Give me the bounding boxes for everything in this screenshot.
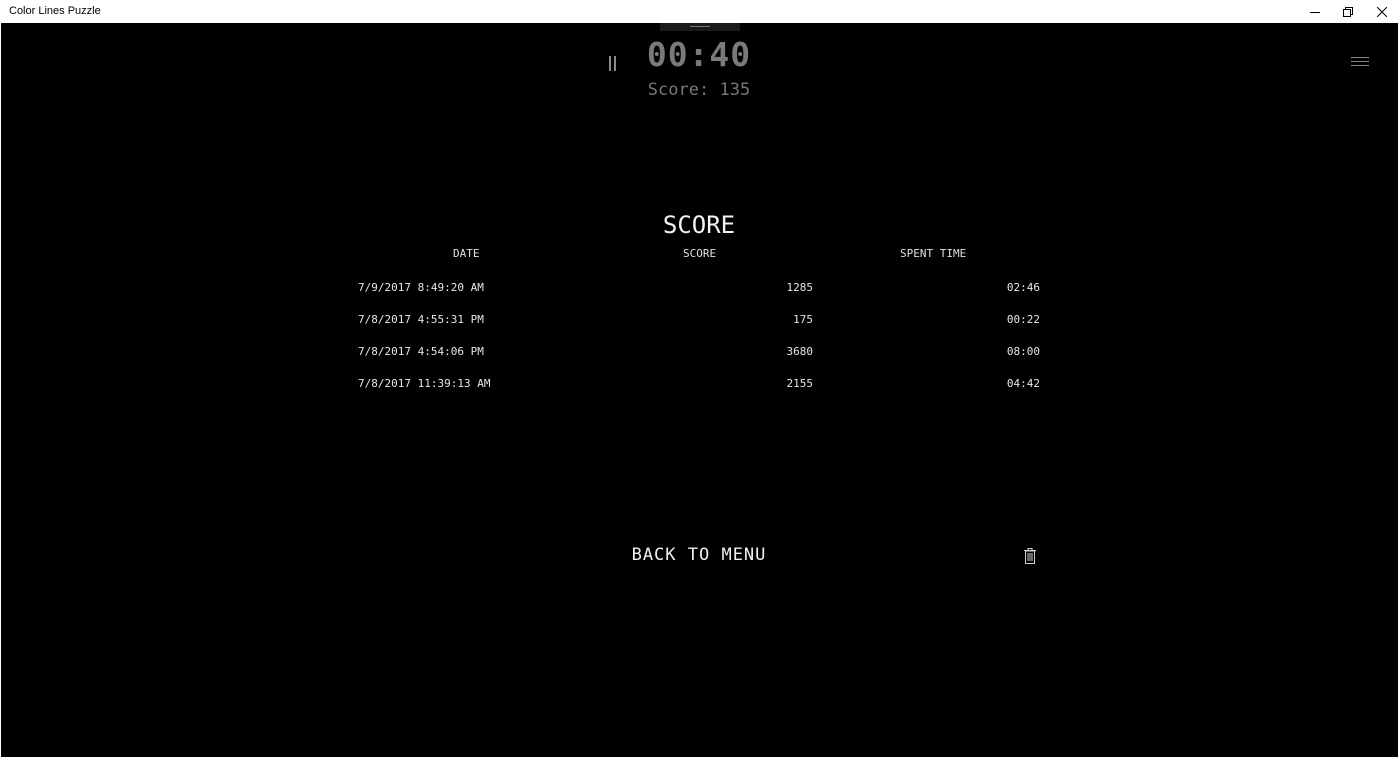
close-icon: [1377, 6, 1387, 17]
game-timer: 00:40: [646, 35, 752, 74]
score-label: Score:: [647, 80, 710, 100]
row-spent-time: 08:00: [1006, 345, 1040, 358]
game-window: 00:40 Score: 135 SCORE DATE SCORE SPENT …: [1, 23, 1398, 757]
row-score: 3680: [786, 345, 814, 358]
current-score: Score: 135: [599, 80, 799, 100]
minimize-button[interactable]: [1298, 0, 1332, 23]
top-drag-handle[interactable]: [660, 23, 740, 31]
column-header-score: SCORE: [683, 247, 717, 260]
row-date: 7/8/2017 11:39:13 AM: [358, 377, 491, 390]
row-score: 1285: [786, 281, 814, 294]
row-spent-time: 00:22: [1006, 313, 1040, 326]
table-row: 7/9/2017 8:49:20 AM 1285 02:46: [1, 281, 1398, 299]
row-spent-time: 04:42: [1006, 377, 1040, 390]
title-bar: Color Lines Puzzle: [0, 0, 1399, 23]
table-row: 7/8/2017 11:39:13 AM 2155 04:42: [1, 377, 1398, 395]
column-header-spent-time: SPENT TIME: [900, 247, 967, 260]
restore-icon: [1343, 6, 1353, 17]
table-row: 7/8/2017 4:55:31 PM 175 00:22: [1, 313, 1398, 331]
trash-icon[interactable]: [1023, 548, 1037, 564]
scores-heading: SCORE: [662, 211, 736, 239]
hamburger-menu-icon[interactable]: [1351, 57, 1369, 67]
window-title: Color Lines Puzzle: [9, 5, 101, 17]
restore-button[interactable]: [1331, 0, 1365, 23]
column-header-date: DATE: [453, 247, 480, 260]
row-date: 7/8/2017 4:54:06 PM: [358, 345, 484, 358]
row-spent-time: 02:46: [1006, 281, 1040, 294]
table-row: 7/8/2017 4:54:06 PM 3680 08:00: [1, 345, 1398, 363]
row-date: 7/9/2017 8:49:20 AM: [358, 281, 484, 294]
minimize-icon: [1310, 11, 1320, 13]
row-score: 2155: [786, 377, 814, 390]
row-date: 7/8/2017 4:55:31 PM: [358, 313, 484, 326]
row-score: 175: [793, 313, 813, 326]
score-value: 135: [719, 80, 751, 100]
close-button[interactable]: [1365, 0, 1399, 23]
back-to-menu-button[interactable]: BACK TO MENU: [599, 545, 799, 565]
